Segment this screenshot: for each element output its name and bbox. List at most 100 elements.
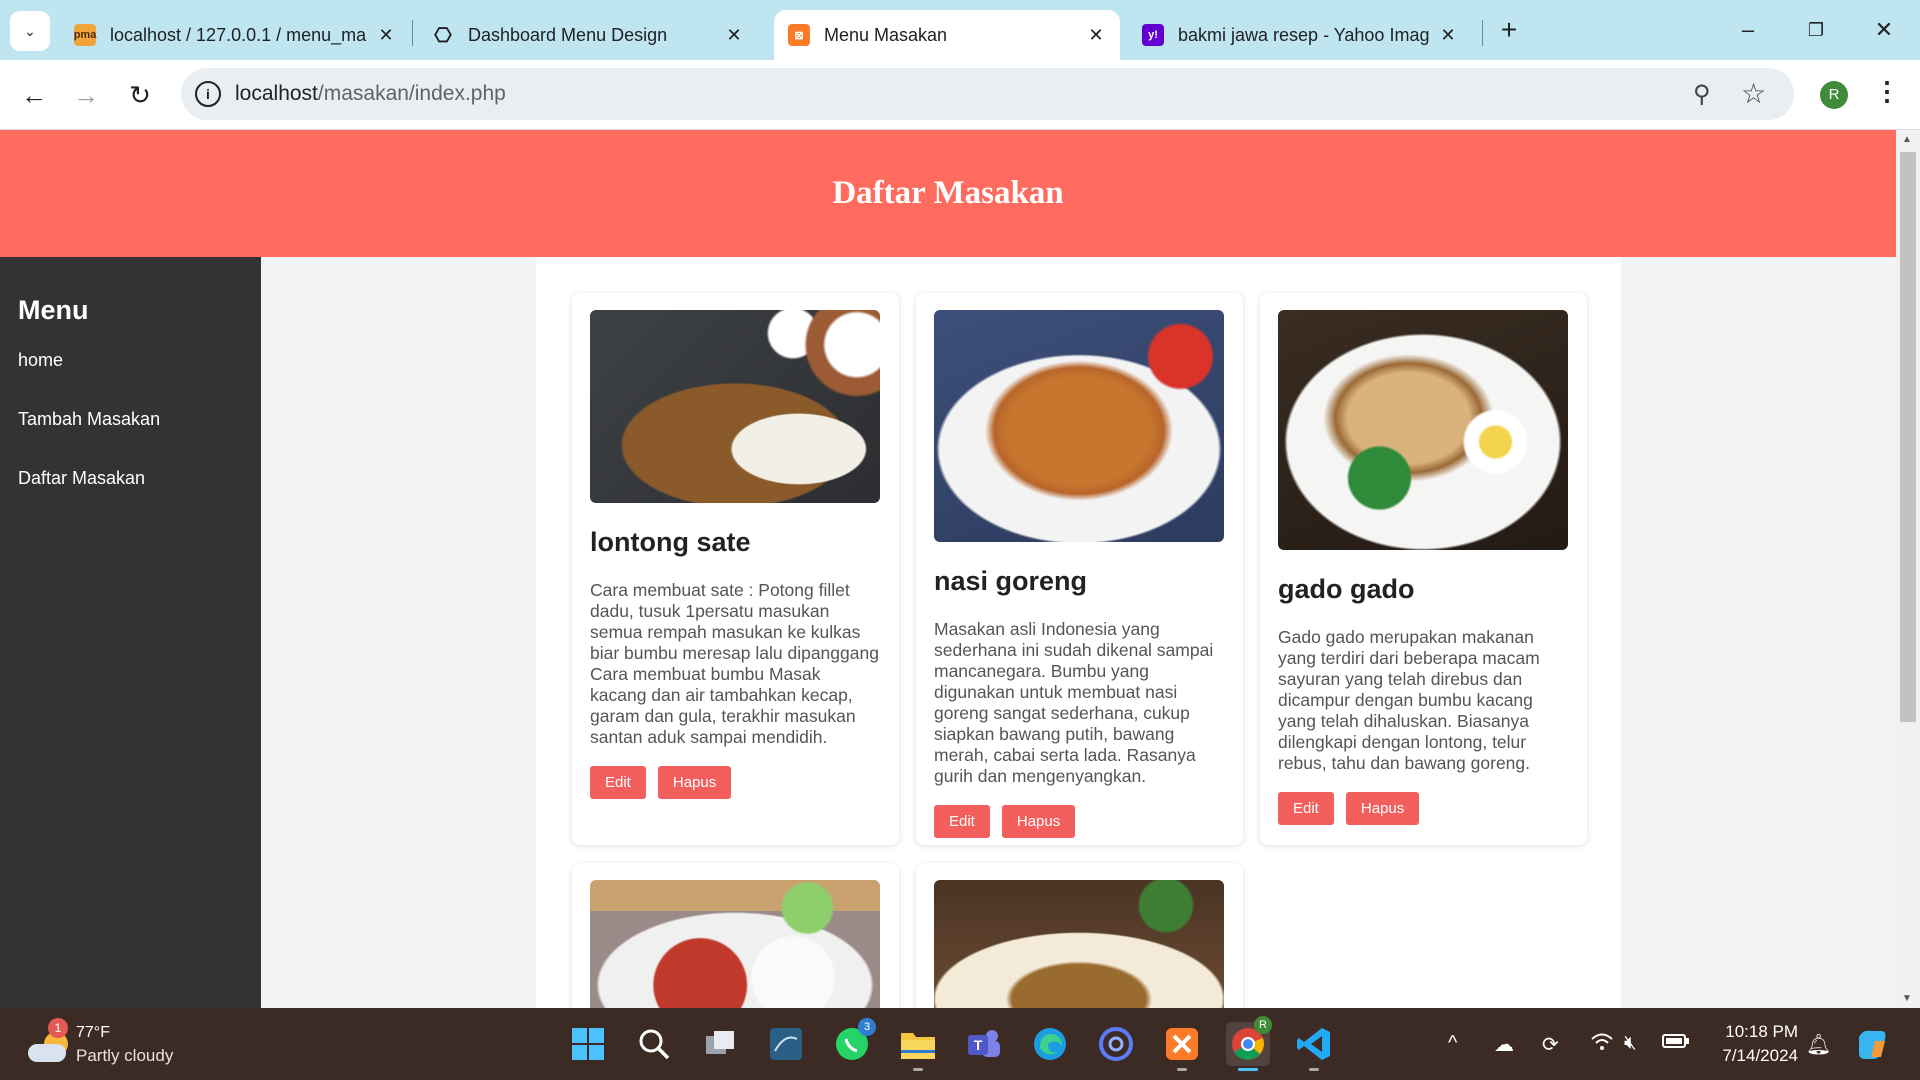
close-tab-icon[interactable]: ✕: [1438, 25, 1458, 46]
scrollbar-thumb[interactable]: [1900, 152, 1916, 722]
page-viewport: Daftar Masakan Menu home Tambah Masakan …: [0, 130, 1896, 1008]
recipe-grid: lontong sate Cara membuat sate : Potong …: [536, 257, 1621, 1008]
task-view-button[interactable]: [698, 1022, 742, 1066]
weather-temperature: 77°F: [76, 1024, 110, 1041]
system-clock[interactable]: 10:18 PM 7/14/2024: [1698, 1020, 1798, 1068]
page-title: Daftar Masakan: [832, 175, 1064, 211]
profile-avatar[interactable]: R: [1820, 81, 1848, 109]
url-path: /masakan/index.php: [317, 82, 506, 105]
recipe-description: Gado gado merupakan makanan yang terdiri…: [1278, 627, 1540, 773]
delete-button[interactable]: Hapus: [1345, 792, 1420, 825]
site-info-icon[interactable]: i: [195, 81, 221, 107]
close-tab-icon[interactable]: ✕: [376, 25, 396, 46]
tab-divider: [1482, 20, 1483, 46]
clock-time: 10:18 PM: [1725, 1022, 1798, 1041]
running-indicator: [1177, 1068, 1187, 1071]
recipe-description: Cara membuat sate : Potong fillet dadu, …: [590, 580, 879, 747]
taskbar-search-button[interactable]: [632, 1022, 676, 1066]
browser-menu-icon[interactable]: ⋮: [1874, 76, 1900, 107]
vscode-app[interactable]: [1292, 1022, 1336, 1066]
tab-search-button[interactable]: ⌄: [10, 11, 50, 51]
tab-title: bakmi jawa resep - Yahoo Imag: [1178, 24, 1430, 45]
delete-button[interactable]: Hapus: [657, 766, 732, 799]
zoom-icon[interactable]: ⚲: [1693, 80, 1711, 109]
recipe-card: [572, 863, 899, 1008]
new-tab-button[interactable]: +: [1492, 14, 1526, 48]
delete-button[interactable]: Hapus: [1001, 805, 1076, 838]
battery-icon[interactable]: [1662, 1032, 1690, 1055]
chrome-app[interactable]: R: [1226, 1016, 1272, 1066]
yahoo-icon: y!: [1142, 24, 1164, 46]
recipe-description: Masakan asli Indonesia yang sederhana in…: [934, 619, 1214, 786]
nasi-goreng-photo: [934, 310, 1224, 542]
running-indicator: [913, 1068, 923, 1071]
tab-dashboard-menu-design[interactable]: ⎔ Dashboard Menu Design ✕: [418, 10, 758, 60]
browser-toolbar: ← → ↻ i localhost/masakan/index.php ⚲ ☆ …: [0, 60, 1920, 130]
teams-app[interactable]: T: [962, 1022, 1006, 1066]
close-tab-icon[interactable]: ✕: [724, 25, 744, 46]
wifi-icon[interactable]: [1590, 1032, 1614, 1058]
sidebar-title: Menu: [18, 295, 89, 325]
restore-button[interactable]: ❐: [1796, 12, 1836, 48]
mie-goreng-photo: [934, 880, 1224, 1008]
recipe-name: gado gado: [1278, 574, 1415, 604]
edit-button[interactable]: Edit: [934, 805, 990, 838]
chevron-up-icon[interactable]: ^: [1448, 1032, 1457, 1055]
recipe-card: [916, 863, 1243, 1008]
weather-description: Partly cloudy: [76, 1046, 174, 1065]
browser-tab-bar: ⌄ pma localhost / 127.0.0.1 / menu_ma ✕ …: [0, 0, 1920, 60]
recipe-card: gado gado Gado gado merupakan makanan ya…: [1260, 293, 1587, 845]
tab-yahoo-images[interactable]: y! bakmi jawa resep - Yahoo Imag ✕: [1128, 10, 1472, 60]
tab-menu-masakan[interactable]: ⊠ Menu Masakan ✕: [774, 10, 1120, 60]
gado-gado-photo: [1278, 310, 1568, 550]
mysql-workbench-app[interactable]: [764, 1022, 808, 1066]
back-button[interactable]: ←: [16, 77, 52, 113]
windows-logo-icon: [572, 1028, 604, 1060]
address-bar[interactable]: i localhost/masakan/index.php ⚲ ☆: [181, 68, 1794, 120]
start-button[interactable]: [566, 1022, 610, 1066]
weather-widget[interactable]: 1 77°F Partly cloudy: [24, 1018, 194, 1068]
xampp-app[interactable]: [1160, 1022, 1204, 1066]
whatsapp-app[interactable]: 3: [830, 1018, 876, 1066]
mysql-workbench-icon: [770, 1028, 802, 1060]
sidebar-item-home[interactable]: home: [18, 350, 243, 371]
bookmark-star-icon[interactable]: ☆: [1741, 77, 1766, 110]
recipe-card: lontong sate Cara membuat sate : Potong …: [572, 293, 899, 845]
copilot-button[interactable]: [1850, 1022, 1894, 1066]
xampp-icon: [1166, 1028, 1198, 1060]
speaker-muted-icon[interactable]: 🔇︎: [1624, 1032, 1637, 1055]
notification-bell-icon[interactable]: 🔔︎: [1806, 1032, 1831, 1057]
scroll-down-icon[interactable]: ▼: [1902, 993, 1912, 1004]
xampp-icon: ⊠: [788, 24, 810, 46]
close-tab-icon[interactable]: ✕: [1086, 25, 1106, 46]
weather-notification-badge: 1: [48, 1018, 68, 1038]
minimize-button[interactable]: –: [1728, 12, 1768, 48]
browser-app[interactable]: [1094, 1022, 1138, 1066]
edit-button[interactable]: Edit: [590, 766, 646, 799]
teams-icon: T: [968, 1030, 1000, 1057]
scroll-up-icon[interactable]: ▲: [1902, 134, 1912, 145]
page-scrollbar[interactable]: ▲ ▼: [1896, 130, 1920, 1008]
edge-icon: [1034, 1028, 1066, 1060]
tab-title: localhost / 127.0.0.1 / menu_ma: [110, 24, 367, 45]
close-window-button[interactable]: ✕: [1864, 12, 1904, 48]
arrow-left-icon: ←: [21, 80, 47, 110]
sidebar-item-tambah-masakan[interactable]: Tambah Masakan: [18, 409, 243, 430]
sidebar-item-daftar-masakan[interactable]: Daftar Masakan: [18, 468, 243, 489]
onedrive-cloud-icon[interactable]: ☁: [1494, 1032, 1514, 1057]
copilot-icon: [1859, 1030, 1886, 1059]
file-explorer-app[interactable]: [896, 1022, 940, 1066]
url-text[interactable]: localhost/masakan/index.php: [235, 82, 506, 106]
aperture-icon: [1099, 1027, 1133, 1061]
recipe-name: nasi goreng: [934, 566, 1088, 596]
phpmyadmin-icon: pma: [74, 24, 96, 46]
reload-button[interactable]: ↻: [122, 77, 158, 113]
sync-icon[interactable]: ⟳: [1542, 1032, 1559, 1057]
svg-text:T: T: [974, 1037, 983, 1053]
tab-title: Dashboard Menu Design: [468, 24, 668, 45]
edge-app[interactable]: [1028, 1022, 1072, 1066]
active-indicator: [1238, 1068, 1258, 1071]
forward-button[interactable]: →: [68, 77, 104, 113]
tab-phpmyadmin[interactable]: pma localhost / 127.0.0.1 / menu_ma ✕: [60, 10, 410, 60]
edit-button[interactable]: Edit: [1278, 792, 1334, 825]
